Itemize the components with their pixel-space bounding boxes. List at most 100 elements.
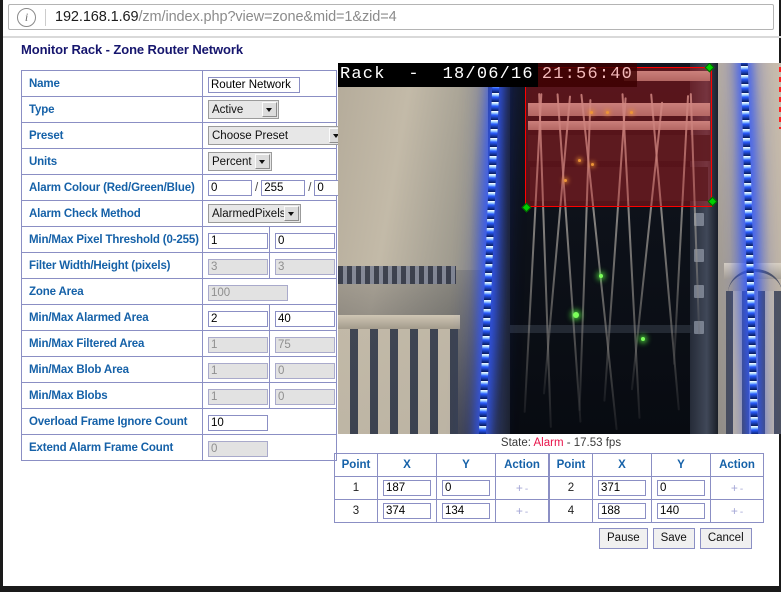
add-point-link[interactable]: + (730, 481, 739, 495)
status-led-green (599, 274, 603, 278)
label-blobs: Min/Max Blobs (21, 382, 203, 409)
blob-area-min-input (208, 362, 268, 379)
point-2-x-input[interactable] (598, 480, 646, 496)
units-select-wrap: Percent (208, 152, 272, 172)
preset-select-wrap: Choose Preset (208, 126, 346, 146)
field-alarmed-area-max-cell (269, 304, 337, 331)
point-y-cell (651, 476, 711, 500)
table-row: Preset Choose Preset (21, 122, 346, 149)
table-row: 2 +- (549, 476, 764, 500)
point-action-cell: + - (710, 499, 764, 523)
field-zone-area-cell (202, 278, 337, 305)
point-1-x-input[interactable] (383, 480, 431, 496)
point-4-y-input[interactable] (657, 503, 705, 519)
table-row: Alarm Colour (Red/Green/Blue) / / (21, 174, 359, 201)
point-3-x-input[interactable] (383, 503, 431, 519)
label-overload-frame-ignore: Overload Frame Ignore Count (21, 408, 203, 435)
label-preset: Preset (21, 122, 203, 149)
table-row: 4 +- (549, 499, 764, 523)
remove-point-link[interactable]: - (739, 484, 744, 495)
point-x-cell (592, 476, 652, 500)
field-pixel-threshold-min-cell (202, 226, 270, 253)
blobs-min-input (208, 388, 268, 405)
alarm-zone-outline[interactable] (525, 67, 712, 207)
camera-scene: Rack - 18/06/16 21:56:40 (338, 63, 781, 434)
point-3-y-input[interactable] (442, 503, 490, 519)
status-led-green (573, 312, 579, 318)
remove-point-link[interactable]: - (739, 507, 744, 518)
field-blob-area-max-cell (269, 356, 337, 383)
point-x-cell (377, 476, 437, 500)
label-filter-size: Filter Width/Height (pixels) (21, 252, 203, 279)
field-filtered-area-max-cell (269, 330, 337, 357)
add-point-link[interactable]: + (515, 504, 524, 518)
alarmed-area-min-input[interactable] (208, 310, 268, 327)
point-2-y-input[interactable] (657, 480, 705, 496)
field-units-cell: Percent (202, 148, 337, 175)
rgb-separator: / (308, 181, 312, 194)
point-1-y-input[interactable] (442, 480, 490, 496)
points-header-action: Action (710, 453, 764, 477)
background-ledge (338, 315, 460, 329)
table-row: Filter Width/Height (pixels) (21, 252, 337, 279)
add-point-link[interactable]: + (730, 504, 739, 518)
status-prefix: State: (500, 437, 534, 449)
monitor-status-line: State: Alarm - 17.53 fps (338, 437, 781, 449)
zone-settings-table: Name Type Active Preset Choos (21, 70, 359, 461)
field-filter-width-cell (202, 252, 270, 279)
address-bar-separator (45, 8, 46, 26)
points-table-left: Point X Y Action 1 +- 3 +- (334, 453, 549, 523)
point-action-cell: + - (495, 499, 549, 523)
table-row: Overload Frame Ignore Count (21, 408, 337, 435)
field-name-cell (202, 70, 337, 97)
alarm-check-method-select[interactable]: AlarmedPixels (208, 204, 301, 224)
point-index: 1 (334, 476, 378, 500)
table-row: Min/Max Blob Area (21, 356, 337, 383)
type-select[interactable]: Active (208, 100, 279, 120)
overload-frame-ignore-input[interactable] (208, 414, 268, 431)
address-bar[interactable]: i 192.168.1.69/zm/index.php?view=zone&mi… (8, 4, 774, 30)
save-button[interactable]: Save (652, 528, 695, 549)
form-action-buttons: Pause Save Cancel (599, 528, 752, 549)
url-text: 192.168.1.69/zm/index.php?view=zone&mid=… (55, 9, 397, 25)
remove-point-link[interactable]: - (524, 484, 529, 495)
point-y-cell (436, 476, 496, 500)
video-overlay-time: 21:56:40 (537, 63, 638, 87)
alarm-colour-red-input[interactable] (208, 179, 252, 196)
points-header-action: Action (495, 453, 549, 477)
points-header-x: X (377, 453, 437, 477)
table-row: Zone Area (21, 278, 337, 305)
field-alarm-check-method-cell: AlarmedPixels (202, 200, 337, 227)
add-point-link[interactable]: + (515, 481, 524, 495)
alarm-colour-green-input[interactable] (261, 179, 306, 196)
preset-select[interactable]: Choose Preset (208, 126, 346, 146)
field-preset-cell: Choose Preset (202, 122, 346, 149)
cancel-button[interactable]: Cancel (699, 528, 752, 549)
units-select[interactable]: Percent (208, 152, 272, 172)
field-filter-height-cell (269, 252, 337, 279)
point-4-x-input[interactable] (598, 503, 646, 519)
pause-button[interactable]: Pause (599, 528, 648, 549)
zone-video-preview[interactable]: Rack - 18/06/16 21:56:40 (338, 63, 781, 434)
field-blob-area-min-cell (202, 356, 270, 383)
name-input[interactable] (208, 76, 300, 93)
rgb-separator: / (255, 181, 259, 194)
site-info-icon[interactable]: i (17, 7, 36, 27)
filtered-area-min-input (208, 336, 268, 353)
label-alarmed-area: Min/Max Alarmed Area (21, 304, 203, 331)
table-row: Name (21, 70, 337, 97)
points-header-y: Y (436, 453, 496, 477)
table-row: Min/Max Blobs (21, 382, 337, 409)
background-pillars (338, 329, 458, 434)
table-header-row: Point X Y Action (334, 453, 549, 477)
point-y-cell (436, 499, 496, 523)
alarmed-area-max-input[interactable] (275, 310, 335, 327)
field-blobs-min-cell (202, 382, 270, 409)
pixel-threshold-min-input[interactable] (208, 232, 268, 249)
points-header-point: Point (334, 453, 378, 477)
label-name: Name (21, 70, 203, 97)
remove-point-link[interactable]: - (524, 507, 529, 518)
zone-area-input (208, 284, 288, 301)
label-filtered-area: Min/Max Filtered Area (21, 330, 203, 357)
pixel-threshold-max-input[interactable] (275, 232, 335, 249)
